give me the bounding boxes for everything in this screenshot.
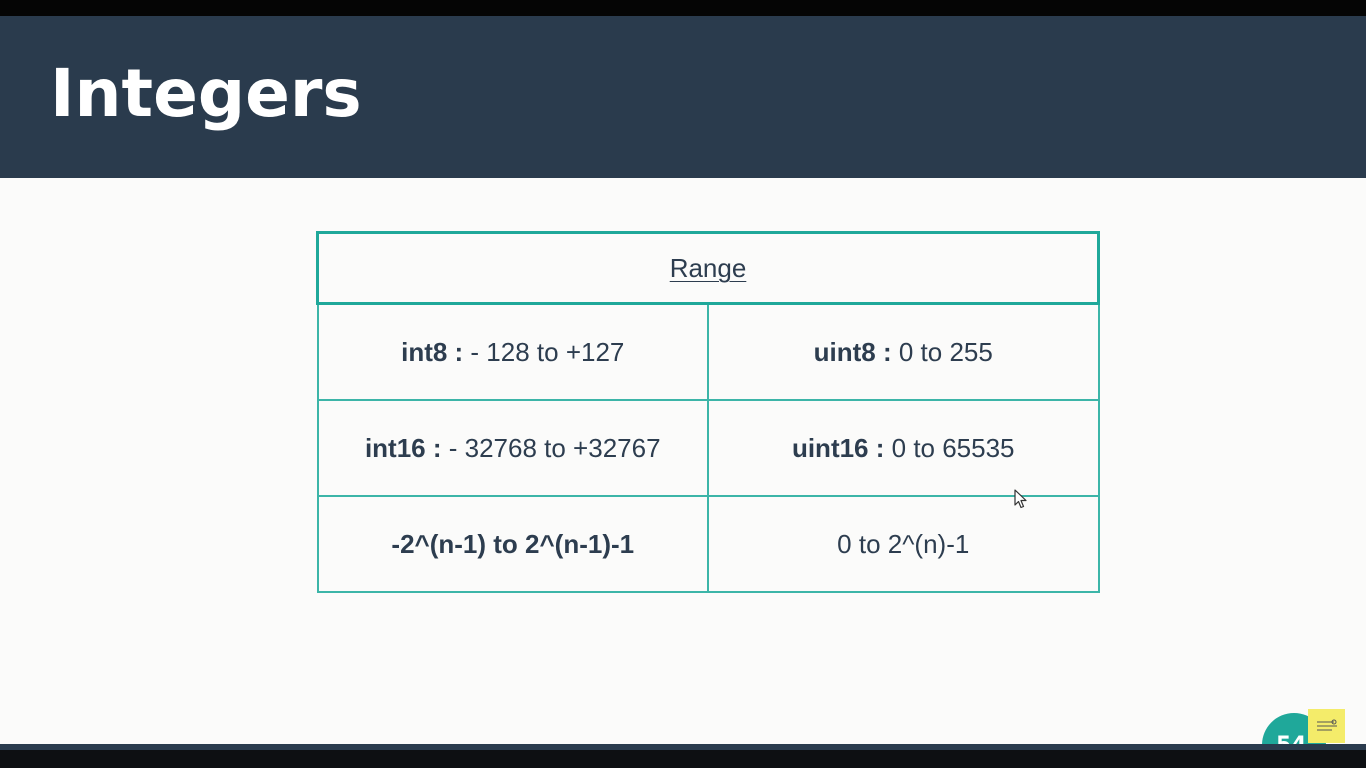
type-name: int16 : [364,432,442,463]
range-value: 0 to 65535 [884,432,1015,463]
slide-footer-strip [0,744,1366,750]
table-row: int8 : - 128 to +127 uint8 : 0 to 255 [316,302,1100,401]
table-row: int16 : - 32768 to +32767 uint16 : 0 to … [316,399,1100,497]
type-name: int8 : [401,336,464,367]
signed-range-cell: int16 : - 32768 to +32767 [316,399,709,497]
unsigned-formula-cell: 0 to 2^(n)-1 [707,495,1100,593]
table-header-row: Range [316,231,1100,305]
signed-formula: -2^(n-1) to 2^(n-1)-1 [391,528,635,559]
table-row: -2^(n-1) to 2^(n-1)-1 0 to 2^(n)-1 [316,495,1100,593]
range-value: 0 to 255 [891,336,993,367]
presentation-slide: Integers Range int8 : - 128 to +127 uint… [0,16,1366,744]
signed-formula-cell: -2^(n-1) to 2^(n-1)-1 [316,495,709,593]
sticky-note-icon[interactable] [1308,709,1345,743]
note-lines-icon [1317,719,1337,731]
unsigned-formula: 0 to 2^(n)-1 [837,528,970,559]
type-name: uint16 : [791,432,885,463]
slide-header: Integers [0,16,1366,178]
range-value: - 32768 to +32767 [441,432,661,463]
range-value: - 128 to +127 [463,336,625,367]
range-header-cell: Range [316,231,1100,305]
top-letterbox [0,0,1366,16]
slide-title: Integers [50,55,362,132]
unsigned-range-cell: uint8 : 0 to 255 [707,302,1100,401]
page-number: 54 [1276,733,1307,744]
range-header-label: Range [669,252,747,283]
type-name: uint8 : [813,336,892,367]
unsigned-range-cell: uint16 : 0 to 65535 [707,399,1100,497]
range-table: Range int8 : - 128 to +127 uint8 : 0 to … [316,231,1100,593]
bottom-letterbox [0,744,1366,768]
signed-range-cell: int8 : - 128 to +127 [316,302,709,401]
mouse-pointer-icon [1014,489,1027,509]
